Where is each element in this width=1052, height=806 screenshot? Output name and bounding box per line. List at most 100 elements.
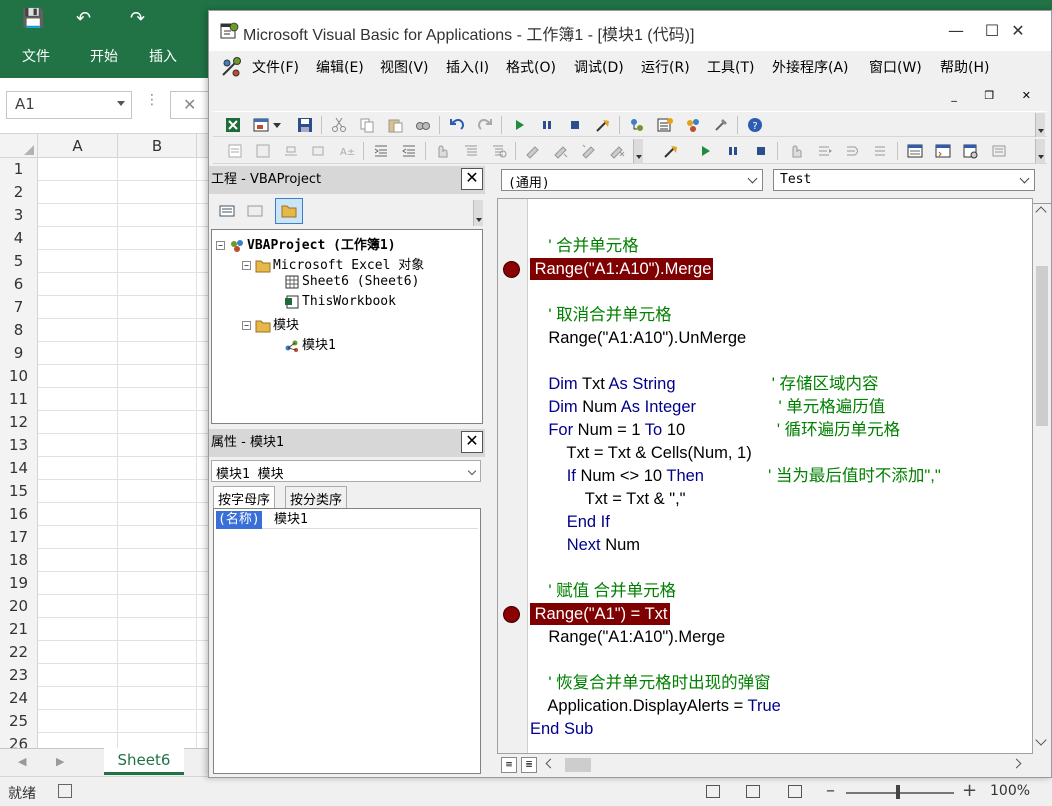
design-mode-icon[interactable]	[595, 117, 611, 133]
object-selector[interactable]: 模块1 模块	[211, 460, 481, 482]
row-header[interactable]: 17	[0, 526, 38, 549]
procedure-view-button[interactable]: ≡	[501, 757, 517, 773]
tab-alphabetic[interactable]: 按字母序	[213, 486, 276, 508]
row-header[interactable]: 15	[0, 480, 38, 503]
worksheet-row[interactable]: 13	[0, 434, 210, 457]
tree-node-vbaproject[interactable]: − VBAProject (工作簿1)	[216, 234, 396, 253]
code-line[interactable]: End If	[530, 511, 610, 533]
previous-bookmark-icon[interactable]	[581, 143, 597, 159]
worksheet-row[interactable]: 1	[0, 158, 210, 181]
worksheet-row[interactable]: 14	[0, 457, 210, 480]
code-line[interactable]: End Sub	[530, 718, 593, 740]
code-line[interactable]: ' 恢复合并单元格时出现的弹窗	[530, 672, 770, 694]
redo-icon[interactable]	[477, 117, 493, 133]
row-header[interactable]: 7	[0, 296, 38, 319]
view-object-icon[interactable]	[247, 203, 263, 219]
project-explorer-icon[interactable]	[629, 117, 645, 133]
run-icon[interactable]	[697, 143, 713, 159]
tree-node-modules[interactable]: − 模块	[242, 314, 299, 333]
code-line[interactable]: Dim Num As Integer ' 单元格遍历值	[530, 396, 885, 418]
worksheet-row[interactable]: 20	[0, 595, 210, 618]
property-row[interactable]: (名称) 模块1	[216, 511, 478, 529]
select-all-button[interactable]	[0, 134, 38, 158]
immediate-window-icon[interactable]	[935, 143, 951, 159]
undo-icon[interactable]	[449, 117, 465, 133]
full-module-view-button[interactable]: ≣	[521, 757, 537, 773]
tree-node-sheet6[interactable]: Sheet6 (Sheet6)	[284, 274, 419, 289]
view-code-icon[interactable]	[219, 203, 235, 219]
worksheet-row[interactable]: 26	[0, 733, 210, 748]
scrollbar-thumb[interactable]	[1036, 266, 1048, 426]
split-bar[interactable]	[1033, 198, 1051, 204]
name-box[interactable]: A1	[6, 91, 132, 119]
sheet-tab[interactable]: Sheet6	[104, 748, 184, 775]
cancel-icon[interactable]: ✕	[170, 91, 210, 119]
toggle-folders-button[interactable]	[275, 198, 303, 224]
menu-debug[interactable]: 调试(D)	[574, 57, 624, 77]
row-header[interactable]: 8	[0, 319, 38, 342]
collapse-icon[interactable]: −	[242, 261, 251, 270]
zoom-slider[interactable]	[846, 792, 954, 794]
procedure-combo[interactable]: Test	[773, 169, 1035, 191]
row-header[interactable]: 26	[0, 733, 38, 748]
tree-node-module1[interactable]: 模块1	[284, 334, 336, 353]
tab-file[interactable]: 文件	[22, 46, 50, 66]
toolbar-options[interactable]	[1035, 139, 1045, 163]
breakpoint-margin[interactable]	[498, 199, 528, 753]
breakpoint-code-line[interactable]: Range("A1:A10").Merge	[530, 258, 714, 280]
menu-view[interactable]: 视图(V)	[380, 57, 429, 77]
code-line[interactable]: ' 赋值 合并单元格	[530, 580, 676, 602]
row-header[interactable]: 16	[0, 503, 38, 526]
worksheet-row[interactable]: 19	[0, 572, 210, 595]
uncomment-block-icon[interactable]	[491, 143, 507, 159]
worksheet-row[interactable]: 5	[0, 250, 210, 273]
menu-format[interactable]: 格式(O)	[506, 57, 556, 77]
worksheet-row[interactable]: 22	[0, 641, 210, 664]
code-line[interactable]: If Num <> 10 Then ' 当为最后值时不添加","	[530, 465, 941, 487]
worksheet-row[interactable]: 6	[0, 273, 210, 296]
reset-icon[interactable]	[567, 117, 583, 133]
complete-word-icon[interactable]: A±	[339, 143, 355, 159]
insert-userform-icon[interactable]	[253, 117, 269, 133]
worksheet-row[interactable]: 16	[0, 503, 210, 526]
toolbar-options[interactable]	[1035, 113, 1045, 137]
property-value[interactable]: 模块1	[274, 511, 308, 529]
column-a-header[interactable]: A	[38, 134, 118, 158]
outdent-icon[interactable]	[401, 143, 417, 159]
minimize-button[interactable]	[943, 19, 973, 43]
page-layout-icon[interactable]	[746, 785, 760, 798]
mdi-window-buttons[interactable]: _ ❐ ✕	[951, 89, 1043, 102]
worksheet-row[interactable]: 11	[0, 388, 210, 411]
step-over-icon[interactable]	[845, 143, 861, 159]
vertical-scrollbar[interactable]	[1033, 198, 1051, 754]
close-icon[interactable]: ✕	[461, 168, 483, 190]
toolbar-options[interactable]	[633, 139, 643, 163]
code-line[interactable]: Range("A1:A10").Merge	[530, 626, 725, 648]
next-sheet-icon[interactable]: ▶	[56, 755, 64, 768]
menu-insert[interactable]: 插入(I)	[446, 57, 489, 77]
step-out-icon[interactable]	[873, 143, 889, 159]
row-header[interactable]: 23	[0, 664, 38, 687]
worksheet-row[interactable]: 17	[0, 526, 210, 549]
worksheet-row[interactable]: 12	[0, 411, 210, 434]
cut-icon[interactable]	[331, 117, 347, 133]
quick-info-icon[interactable]	[283, 143, 299, 159]
scroll-right-icon[interactable]	[1011, 758, 1022, 769]
worksheet-row[interactable]: 8	[0, 319, 210, 342]
collapse-icon[interactable]: −	[242, 321, 251, 330]
row-header[interactable]: 9	[0, 342, 38, 365]
close-icon[interactable]: ✕	[1003, 19, 1033, 43]
code-line[interactable]: Next Num	[530, 534, 640, 556]
row-header[interactable]: 4	[0, 227, 38, 250]
paste-icon[interactable]	[387, 117, 403, 133]
scroll-down-icon[interactable]	[473, 200, 483, 226]
breakpoint-icon[interactable]	[503, 606, 520, 623]
worksheet-row[interactable]: 25	[0, 710, 210, 733]
row-header[interactable]: 5	[0, 250, 38, 273]
worksheet-row[interactable]: 24	[0, 687, 210, 710]
worksheet-row[interactable]: 4	[0, 227, 210, 250]
pause-icon[interactable]	[539, 117, 555, 133]
indent-icon[interactable]	[373, 143, 389, 159]
tab-categorized[interactable]: 按分类序	[285, 486, 348, 508]
worksheet-row[interactable]: 18	[0, 549, 210, 572]
